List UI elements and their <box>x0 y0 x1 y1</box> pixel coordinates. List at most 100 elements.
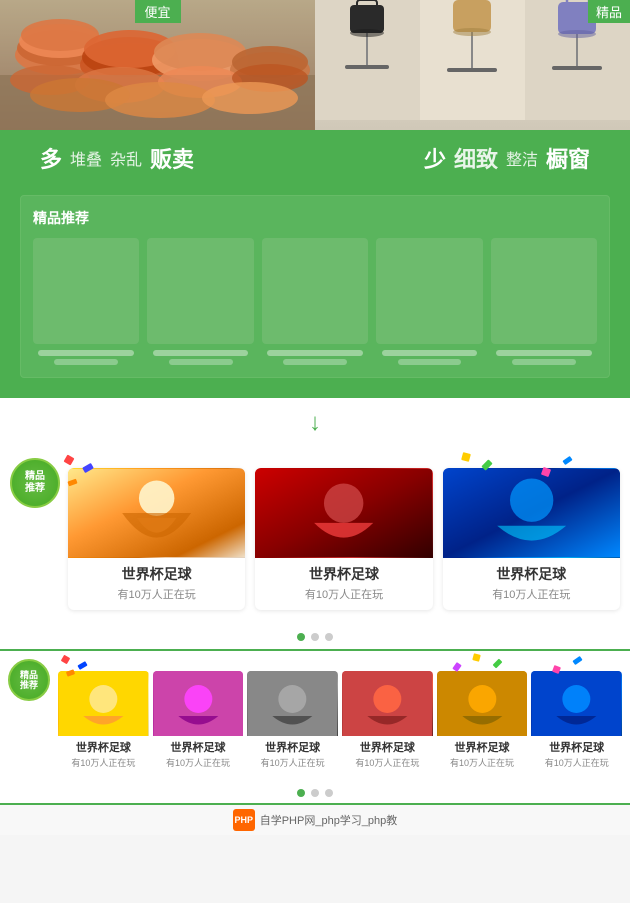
comp-word-6: 橱窗 <box>546 142 590 174</box>
small-card-1[interactable]: 世界杯足球 有10万人正在玩 <box>58 671 149 773</box>
small-sub-1: 有10万人正在玩 <box>58 756 149 773</box>
featured-bar-short-5 <box>512 359 576 365</box>
featured-bar-short-4 <box>398 359 462 365</box>
dot-1-active[interactable] <box>297 633 305 641</box>
dot-1-3[interactable] <box>325 633 333 641</box>
comp-left: 多 堆叠 杂乱 贩卖 <box>40 142 194 174</box>
comp-char-right: 少 <box>424 142 446 174</box>
comparison-section: 多 堆叠 杂乱 贩卖 少 细致 整洁 橱窗 <box>0 130 630 185</box>
featured-bar-5 <box>496 350 592 356</box>
small-card-2[interactable]: 世界杯足球 有10万人正在玩 <box>153 671 244 773</box>
small-card-4[interactable]: 世界杯足球 有10万人正在玩 <box>342 671 433 773</box>
banner-right: 精品 <box>315 0 630 130</box>
featured-item-3[interactable] <box>262 238 368 365</box>
game-card-title-2: 世界杯足球 <box>255 558 432 586</box>
badge-line1: 精品 <box>25 471 45 483</box>
small-title-3: 世界杯足球 <box>247 736 338 756</box>
bags-image <box>315 0 630 130</box>
small-sub-2: 有10万人正在玩 <box>153 756 244 773</box>
small-title-6: 世界杯足球 <box>531 736 622 756</box>
featured-bar-2 <box>153 350 249 356</box>
dots-row-2 <box>0 783 630 805</box>
game-section-large: 精品 推荐 <box>0 448 630 625</box>
small-img-5 <box>437 671 528 736</box>
premium-label: 精品 <box>588 0 630 23</box>
small-img-3 <box>247 671 338 736</box>
featured-bar-short-3 <box>283 359 347 365</box>
white-gap: ↓ <box>0 398 630 448</box>
small-sub-6: 有10万人正在玩 <box>531 756 622 773</box>
dots-row-1 <box>0 625 630 651</box>
cheap-label: 便宜 <box>134 0 180 23</box>
game-card-sub-3: 有10万人正在玩 <box>443 586 620 610</box>
arrow-down-icon: ↓ <box>309 409 321 437</box>
featured-item-5[interactable] <box>491 238 597 365</box>
small-sub-5: 有10万人正在玩 <box>437 756 528 773</box>
featured-inner: 精品推荐 <box>20 195 610 378</box>
comp-char-left: 多 <box>40 142 62 174</box>
featured-bar-4 <box>382 350 478 356</box>
badge2-line1: 精品 <box>20 670 38 681</box>
dot-2-3[interactable] <box>325 789 333 797</box>
small-img-2 <box>153 671 244 736</box>
small-card-6[interactable]: 世界杯足球 有10万人正在玩 <box>531 671 622 773</box>
comp-word-3: 贩卖 <box>150 142 194 174</box>
comp-right: 少 细致 整洁 橱窗 <box>424 142 590 174</box>
game-card-img-3 <box>443 468 620 558</box>
featured-item-4[interactable] <box>376 238 482 365</box>
small-img-1 <box>58 671 149 736</box>
featured-img-4 <box>376 238 482 344</box>
footer: PHP 自学PHP网_php学习_php教 <box>0 805 630 835</box>
small-title-2: 世界杯足球 <box>153 736 244 756</box>
small-sub-3: 有10万人正在玩 <box>247 756 338 773</box>
featured-section: 精品推荐 <box>0 185 630 398</box>
featured-item-2[interactable] <box>147 238 253 365</box>
jingpin-badge-small: 精品 推荐 <box>8 659 50 701</box>
featured-img-2 <box>147 238 253 344</box>
comp-word-1: 堆叠 <box>70 146 102 170</box>
featured-img-3 <box>262 238 368 344</box>
game-card-sub-1: 有10万人正在玩 <box>68 586 245 610</box>
small-img-6 <box>531 671 622 736</box>
game-card-1[interactable]: 世界杯足球 有10万人正在玩 <box>68 468 245 610</box>
dot-2-active[interactable] <box>297 789 305 797</box>
top-banner: 便宜 <box>0 0 630 130</box>
featured-img-5 <box>491 238 597 344</box>
game-card-3[interactable]: 世界杯足球 有10万人正在玩 <box>443 468 620 610</box>
small-title-1: 世界杯足球 <box>58 736 149 756</box>
featured-bar-1 <box>38 350 134 356</box>
game-card-sub-2: 有10万人正在玩 <box>255 586 432 610</box>
small-card-5[interactable]: 世界杯足球 有10万人正在玩 <box>437 671 528 773</box>
dot-1-2[interactable] <box>311 633 319 641</box>
small-title-5: 世界杯足球 <box>437 736 528 756</box>
game-cards-large: 世界杯足球 有10万人正在玩 世界杯足球 <box>10 468 620 610</box>
comp-word-5: 整洁 <box>506 146 538 170</box>
badge-line2: 推荐 <box>25 483 45 495</box>
featured-img-1 <box>33 238 139 344</box>
game-card-title-3: 世界杯足球 <box>443 558 620 586</box>
banner-left: 便宜 <box>0 0 315 130</box>
game-section-small: 精品 推荐 世界杯足球 有10万人正在玩 世界杯足球 <box>0 651 630 783</box>
small-sub-4: 有10万人正在玩 <box>342 756 433 773</box>
comp-word-2: 杂乱 <box>110 146 142 170</box>
game-card-2[interactable]: 世界杯足球 有10万人正在玩 <box>255 468 432 610</box>
footer-text: 自学PHP网_php学习_php教 <box>260 812 398 828</box>
footer-logo-icon: PHP <box>234 815 253 825</box>
small-game-cards: 世界杯足球 有10万人正在玩 世界杯足球 有10万人正在玩 <box>58 671 622 773</box>
featured-item-1[interactable] <box>33 238 139 365</box>
footer-logo: PHP <box>233 809 255 831</box>
small-img-4 <box>342 671 433 736</box>
featured-items <box>33 238 597 365</box>
small-card-3[interactable]: 世界杯足球 有10万人正在玩 <box>247 671 338 773</box>
comp-word-4: 细致 <box>454 142 498 174</box>
badge2-line2: 推荐 <box>20 680 38 691</box>
featured-title: 精品推荐 <box>33 208 597 228</box>
featured-bar-3 <box>267 350 363 356</box>
featured-bar-short-2 <box>169 359 233 365</box>
game-card-title-1: 世界杯足球 <box>68 558 245 586</box>
small-title-4: 世界杯足球 <box>342 736 433 756</box>
game-card-img-1 <box>68 468 245 558</box>
featured-bar-short-1 <box>54 359 118 365</box>
game-card-img-2 <box>255 468 432 558</box>
dot-2-2[interactable] <box>311 789 319 797</box>
